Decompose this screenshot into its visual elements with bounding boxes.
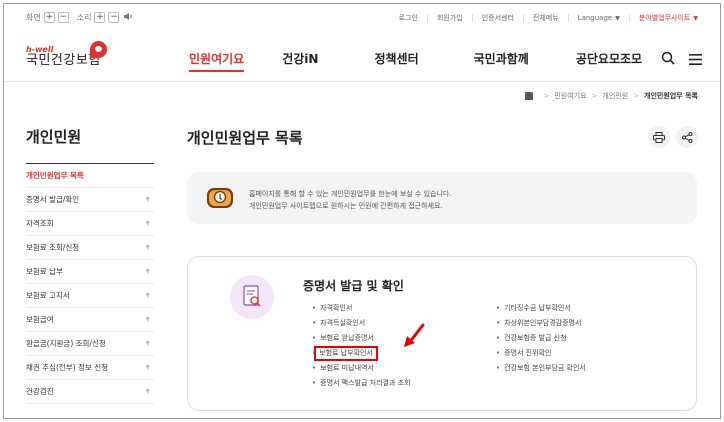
list-item[interactable]: 증명서 진위확인 — [496, 346, 586, 361]
chevron-down-icon: ▼ — [145, 364, 150, 371]
list-item[interactable]: 자격확인서 — [312, 301, 411, 316]
info-line: 홈페이지를 통해 할 수 있는 개인민원업무를 한눈에 보실 수 있습니다. — [249, 190, 452, 198]
list-item[interactable]: 증명서 팩스발급 처리결과 조회 — [312, 376, 410, 391]
caret-down-icon: ▼ — [693, 15, 698, 22]
chevron-down-icon: ▼ — [145, 388, 150, 395]
sitemap-icon — [205, 184, 235, 216]
sidebar-item-collection[interactable]: 채권 추심(전부) 정보 신청 ▼ — [26, 356, 154, 380]
language-select[interactable]: Language ▼ — [578, 14, 620, 22]
chevron-down-icon: ▼ — [145, 220, 150, 227]
list-item[interactable]: 기타징수금 납부확인서 — [496, 301, 586, 316]
sidebar-item-premium-bill[interactable]: 보험료 고지서 ▼ — [26, 284, 154, 308]
nav-minwon[interactable]: 민원여기요 — [189, 50, 245, 72]
sidebar-item-list[interactable]: 개인민원업무 목록 — [26, 164, 154, 188]
list-item[interactable]: 건강보험 본인부담금 확인서 — [496, 361, 586, 376]
print-icon[interactable] — [648, 126, 670, 148]
sidebar-item-qualification[interactable]: 자격조회 ▼ — [26, 212, 154, 236]
site-logo[interactable]: h-well 국민건강보험 — [26, 41, 107, 68]
sidebar: 개인민원 개인민원업무 목록 증명서 발급/확인 ▼ 자격조회 ▼ 보험료 조회/신… — [26, 124, 154, 404]
sidebar-item-benefits[interactable]: 보험급여 ▼ — [26, 308, 154, 332]
sidebar-item-certificate[interactable]: 증명서 발급/확인 ▼ — [26, 188, 154, 212]
info-banner: 홈페이지를 통해 할 수 있는 개인민원업무를 한눈에 보실 수 있습니다. 개… — [187, 172, 697, 224]
all-menu-link[interactable]: 전체메뉴 — [533, 13, 559, 23]
nav-policy-center[interactable]: 정책센터 — [374, 50, 418, 72]
breadcrumb-item[interactable]: 개인민원 — [602, 91, 628, 101]
annotation-arrow-icon — [403, 323, 425, 353]
sidebar-item-premium-payment[interactable]: 보험료 납부 ▼ — [26, 260, 154, 284]
list-item[interactable]: 보험료 완납증명서 — [312, 331, 411, 346]
home-icon[interactable] — [525, 92, 534, 100]
zoom-label: 화면 — [26, 13, 41, 22]
list-item[interactable]: 차상위본인부담경감증명서 — [496, 316, 586, 331]
utility-links: 로그인 회원가입 인증서센터 전체메뉴 Language ▼ 분야별업무사이트 ▼ — [399, 13, 698, 23]
sidebar-item-refund[interactable]: 환급금(지원금) 조회/신청 ▼ — [26, 332, 154, 356]
chevron-down-icon: ▼ — [145, 268, 150, 275]
signup-link[interactable]: 회원가입 — [437, 13, 463, 23]
related-sites-select[interactable]: 분야별업무사이트 ▼ — [639, 13, 698, 23]
chevron-down-icon: ▼ — [145, 340, 150, 347]
main-nav: 민원여기요 건강iN 정책센터 국민과함께 공단요모조모 — [189, 50, 642, 72]
info-line: 개인민원업무 사이트맵으로 원하시는 민원에 간편하게 접근하세요. — [249, 202, 443, 210]
browser-frame: 화면 + − 소리 + − 로그인 회원가입 인증서센터 전체메뉴 Langua… — [3, 3, 721, 419]
list-item-highlighted[interactable]: 보험료 납부확인서 — [312, 346, 411, 361]
sidebar-title: 개인민원 — [26, 124, 154, 164]
sound-label: 소리 — [76, 13, 92, 22]
chevron-down-icon: ▼ — [145, 244, 150, 251]
page-title: 개인민원업무 목록 — [187, 129, 303, 147]
nav-health-in[interactable]: 건강iN — [282, 50, 318, 72]
certificate-icon — [230, 275, 274, 319]
certificate-list-right: 기타징수금 납부확인서 차상위본인부담경감증명서 건강보험증 발급 신청 증명서… — [496, 301, 586, 376]
search-icon[interactable] — [661, 50, 675, 69]
login-link[interactable]: 로그인 — [399, 13, 418, 23]
nav-about[interactable]: 공단요모조모 — [576, 50, 642, 72]
share-icon[interactable] — [676, 126, 698, 148]
accessibility-controls: 화면 + − 소리 + − — [26, 12, 141, 23]
chevron-down-icon: ▼ — [145, 292, 150, 299]
cert-center-link[interactable]: 인증서센터 — [482, 13, 514, 23]
list-item[interactable]: 자격득실확인서 — [312, 316, 411, 331]
sound-up-button[interactable]: + — [94, 12, 106, 23]
logo-heart-icon — [90, 41, 107, 58]
list-item[interactable]: 보험료 미납내역서 — [312, 361, 411, 376]
header-icons — [661, 50, 702, 69]
breadcrumb: > 민원여기요 > 개인민원 > 개인민원업무 목록 — [525, 91, 698, 101]
page-tools — [648, 126, 698, 148]
caret-down-icon: ▼ — [615, 15, 620, 22]
breadcrumb-current: 개인민원업무 목록 — [644, 92, 698, 100]
nav-with-people[interactable]: 국민과함께 — [474, 50, 529, 72]
site-header: h-well 국민건강보험 민원여기요 건강iN 정책센터 국민과함께 공단요모… — [4, 34, 720, 82]
card-title: 증명서 발급 및 확인 — [303, 279, 404, 293]
sidebar-item-premium-inquiry[interactable]: 보험료 조회/신청 ▼ — [26, 236, 154, 260]
sidebar-item-checkup[interactable]: 건강검진 ▼ — [26, 380, 154, 404]
breadcrumb-item[interactable]: 민원여기요 — [554, 91, 586, 101]
certificate-card: 증명서 발급 및 확인 자격확인서 자격득실확인서 보험료 완납증명서 보험료 … — [187, 256, 697, 411]
zoom-in-button[interactable]: + — [43, 12, 55, 23]
utility-bar: 화면 + − 소리 + − 로그인 회원가입 인증서센터 전체메뉴 Langua… — [4, 4, 720, 34]
chevron-down-icon: ▼ — [145, 316, 150, 323]
certificate-list-left: 자격확인서 자격득실확인서 보험료 완납증명서 보험료 납부확인서 보험료 미납… — [312, 301, 411, 391]
chevron-down-icon: ▼ — [145, 196, 150, 203]
list-item[interactable]: 건강보험증 발급 신청 — [496, 331, 586, 346]
zoom-out-button[interactable]: − — [57, 12, 69, 23]
speaker-icon[interactable] — [123, 12, 133, 23]
highlight-box[interactable]: 보험료 납부확인서 — [314, 346, 378, 361]
sound-down-button[interactable]: − — [108, 12, 120, 23]
menu-icon[interactable] — [689, 50, 702, 69]
